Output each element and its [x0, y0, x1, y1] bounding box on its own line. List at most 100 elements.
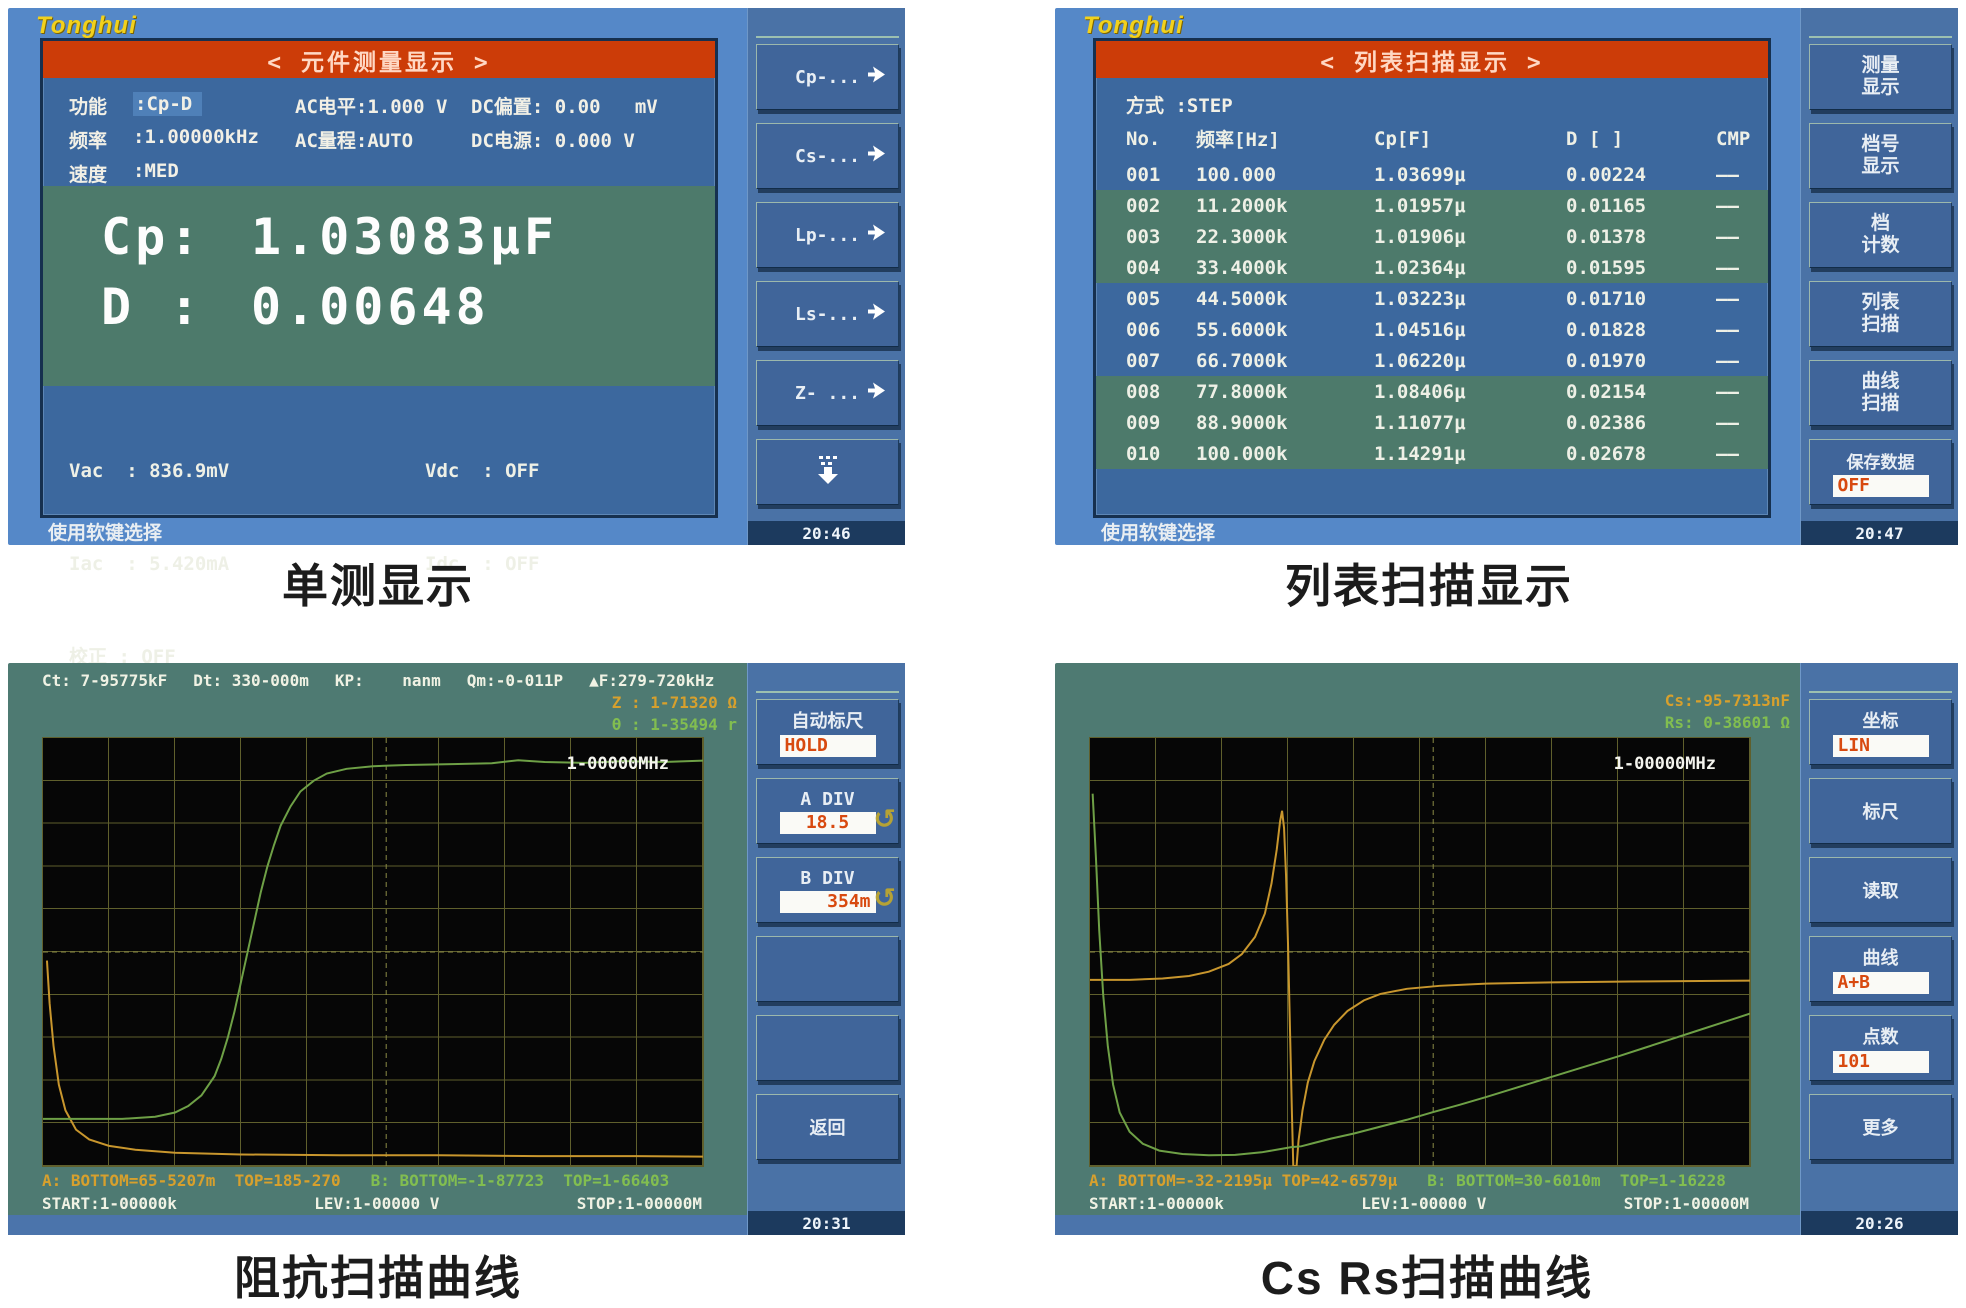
softkey-blank-2[interactable] [756, 1015, 899, 1081]
softkey-coordinate[interactable]: 坐标 LIN [1809, 699, 1952, 765]
softkey-save-data[interactable]: 保存数据 OFF [1809, 439, 1952, 505]
softkey-more-page[interactable] [756, 439, 899, 505]
cell-no: 005 [1126, 287, 1161, 310]
softkey-label: 更多 [1862, 1118, 1899, 1138]
table-row: 001 100.000 1.03699μ 0.00224 —— [1096, 159, 1768, 190]
clock: 20:31 [748, 1211, 905, 1235]
caption-list-sweep: 列表扫描显示 [1285, 560, 1573, 612]
cell-no: 001 [1126, 163, 1161, 186]
dial-icon: ↺ [873, 804, 896, 835]
softkey-cp[interactable]: Cp-... [756, 44, 899, 110]
plot-frequency-label: 1-00000MHz [566, 754, 669, 774]
measurement-result-area: Cp: 1.03083μF D : 0.00648 [43, 186, 715, 386]
plot-frequency-label: 1-00000MHz [1613, 754, 1716, 774]
cell-cp: 1.06220μ [1374, 349, 1466, 372]
softkey-label: 自动标尺 [791, 711, 864, 731]
csrs-traces [1090, 738, 1750, 1166]
scale-a-readout: A: BOTTOM=-32-2195μ TOP=42-6579μ [1089, 1171, 1398, 1190]
softkey-label: B DIV [800, 867, 855, 889]
sweep-level: LEV:1-00000 V [314, 1194, 440, 1213]
page-title: < 元件测量显示 > [43, 41, 715, 78]
field-freq-value[interactable]: :1.00000kHz [133, 126, 259, 148]
cell-no: 003 [1126, 225, 1161, 248]
cell-cmp: —— [1716, 287, 1739, 310]
softkey-auto-scale[interactable]: 自动标尺 HOLD [756, 699, 899, 765]
sweep-start: START:1-00000k [42, 1194, 177, 1213]
softkey-divider [1809, 691, 1952, 693]
measure-display: < 元件测量显示 > 功能 :Cp-D AC电平:1.000 V DC偏置: 0… [40, 38, 718, 668]
marker-freq-readout: ▲F:279-720kHz [589, 671, 715, 690]
sweep-stop: STOP:1-00000M [1623, 1194, 1749, 1213]
softkey-measure-display[interactable]: 测量 显示 [1809, 44, 1952, 110]
softkey-label: 档号 [1861, 134, 1900, 155]
softkey-a-div[interactable]: A DIV 18.5 ↺ [756, 778, 899, 844]
cell-cmp: —— [1716, 318, 1739, 341]
impedance-sweep-screen: Ct: 7-95775kF Dt: 330-000m KP: nanm Qm:-… [8, 663, 905, 1235]
cell-cp: 1.03223μ [1374, 287, 1466, 310]
softkey-more[interactable]: 更多 [1809, 1094, 1952, 1160]
sweep-start: START:1-00000k [1089, 1194, 1224, 1213]
softkey-column: Cp-... Cs-... Lp-... Ls-... Z- ... 20:46 [747, 8, 905, 545]
single-measure-screen: Tonghui < 元件测量显示 > 功能 :Cp-D AC电平:1.000 V… [8, 8, 905, 668]
table-row: 007 66.7000k 1.06220μ 0.01970 —— [1096, 345, 1768, 376]
cell-freq: 88.9000k [1196, 411, 1288, 434]
coordinate-state: LIN [1832, 735, 1929, 757]
softkey-scale[interactable]: 标尺 [1809, 778, 1952, 844]
table-row: 009 88.9000k 1.11077μ 0.02386 —— [1096, 407, 1768, 438]
monitor-area: Vac : 836.9mV Iac : 5.420mA 校正 : OFF Vdc… [43, 386, 715, 668]
primary-param-value: 1.03083μF [251, 208, 558, 266]
field-dc-bias[interactable]: DC偏置: 0.00 mV [471, 92, 658, 119]
field-function-value[interactable]: :Cp-D [133, 92, 203, 116]
softkey-label: 扫描 [1861, 393, 1900, 414]
col-d: D [ ] [1566, 127, 1624, 150]
dt-readout: Dt: 330-000m [193, 671, 309, 690]
softkey-bin-display[interactable]: 档号 显示 [1809, 123, 1952, 189]
sweep-mode[interactable]: 方式 :STEP [1126, 91, 1233, 118]
tonghui-logo: Tonghui [1083, 12, 1184, 39]
cell-cp: 1.08406μ [1374, 380, 1466, 403]
right-arrow-icon [758, 361, 886, 426]
caption-impedance: 阻抗扫描曲线 [234, 1252, 522, 1304]
field-dc-source[interactable]: DC电源: 0.000 V [471, 126, 635, 153]
cell-cp: 1.03699μ [1374, 163, 1466, 186]
softkey-list-sweep[interactable]: 列表 扫描 [1809, 281, 1952, 347]
softkey-cs[interactable]: Cs-... [756, 123, 899, 189]
softkey-ls[interactable]: Ls-... [756, 281, 899, 347]
clock: 20:26 [1801, 1211, 1958, 1235]
kp-readout: KP: nanm [334, 671, 441, 690]
trace-b-theta [43, 760, 703, 1119]
softkey-lp[interactable]: Lp-... [756, 202, 899, 268]
cell-no: 010 [1126, 442, 1161, 465]
softkey-hint: 使用软键选择 [1101, 522, 1216, 544]
field-speed-label: 速度 [69, 164, 108, 186]
cell-cmp: —— [1716, 225, 1739, 248]
softkey-b-div[interactable]: B DIV 354m ↺ [756, 857, 899, 923]
cell-cp: 1.04516μ [1374, 318, 1466, 341]
ct-readout: Ct: 7-95775kF [42, 671, 168, 690]
softkey-curve[interactable]: 曲线 A+B [1809, 936, 1952, 1002]
softkey-label: 扫描 [1861, 314, 1900, 335]
softkey-blank-1[interactable] [756, 936, 899, 1002]
field-ac-level[interactable]: AC电平:1.000 V [295, 92, 447, 119]
softkey-label: 测量 [1861, 55, 1900, 76]
cell-cmp: —— [1716, 411, 1739, 434]
softkey-return[interactable]: 返回 [756, 1094, 899, 1160]
softkey-z[interactable]: Z- ... [756, 360, 899, 426]
softkey-read[interactable]: 读取 [1809, 857, 1952, 923]
softkey-divider [756, 36, 899, 38]
softkey-bin-count[interactable]: 档计数 [1809, 202, 1952, 268]
scale-a-readout: A: BOTTOM=65-5207m TOP=185-270 [42, 1171, 341, 1190]
field-ac-range[interactable]: AC量程:AUTO [295, 126, 413, 153]
field-freq-label: 频率 [69, 130, 108, 152]
softkey-divider [1809, 36, 1952, 38]
right-arrow-icon [758, 45, 886, 110]
list-display: < 列表扫描显示 > 方式 :STEP No. 频率[Hz] Cp[F] D [… [1093, 38, 1771, 518]
softkey-points[interactable]: 点数 101 [1809, 1015, 1952, 1081]
auto-scale-state: HOLD [779, 735, 876, 757]
curve-mode: A+B [1832, 972, 1929, 994]
cell-no: 002 [1126, 194, 1161, 217]
softkey-curve-sweep[interactable]: 曲线 扫描 [1809, 360, 1952, 426]
table-row: 002 11.2000k 1.01957μ 0.01165 —— [1096, 190, 1768, 221]
clock: 20:47 [1801, 521, 1958, 545]
field-speed-value[interactable]: :MED [133, 160, 179, 182]
